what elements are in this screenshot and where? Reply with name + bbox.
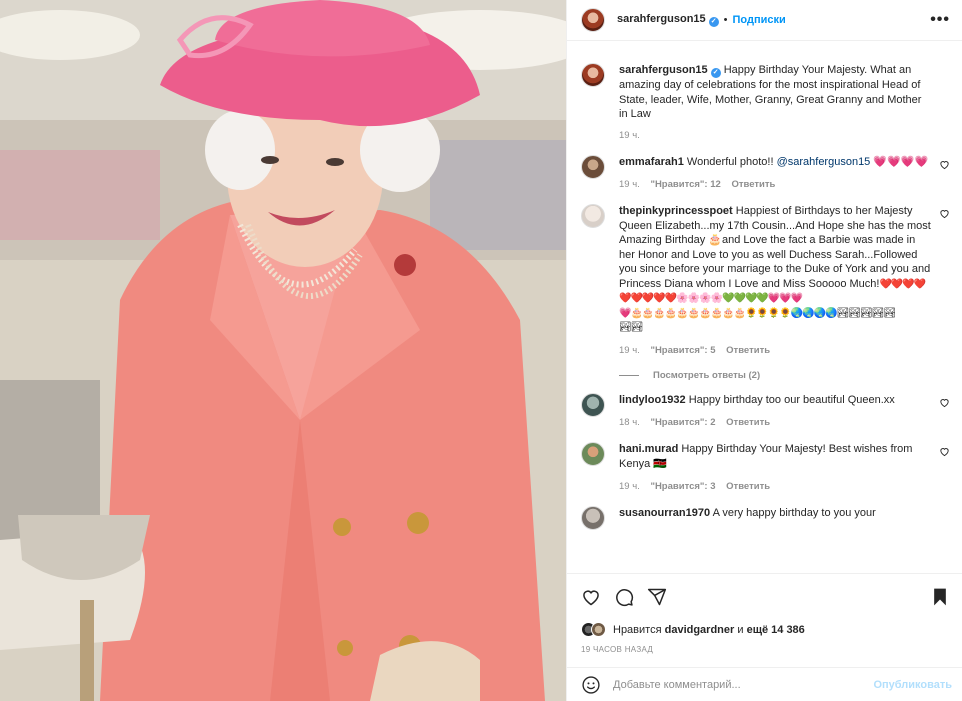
reply-button[interactable]: Ответить — [726, 481, 770, 492]
comment-text-block: hani.murad Happy Birthday Your Majesty! … — [619, 442, 932, 471]
caption-text-block: sarahferguson15 ✓ Happy Birthday Your Maj… — [619, 63, 932, 122]
comment-time[interactable]: 19 ч. — [619, 345, 640, 356]
share-icon[interactable] — [647, 587, 667, 607]
comment-avatar[interactable] — [581, 154, 605, 179]
separator-dot: • — [723, 14, 728, 26]
comment-time[interactable]: 18 ч. — [619, 417, 640, 428]
comment-likes[interactable]: "Нравится": 3 — [650, 481, 715, 492]
view-replies-label[interactable]: Посмотреть ответы (2) — [653, 370, 760, 381]
comment-item: hani.murad Happy Birthday Your Majesty! … — [581, 442, 950, 492]
comment-text: Wonderful photo!! — [686, 155, 777, 168]
comment-username[interactable]: emmafarah1 — [619, 156, 684, 168]
likes-middle: и — [737, 624, 744, 636]
likers-avatars — [581, 622, 609, 638]
likes-count[interactable]: ещё 14 386 — [747, 624, 805, 636]
reply-button[interactable]: Ответить — [731, 179, 775, 190]
comment-username[interactable]: susanourran1970 — [619, 507, 710, 519]
reply-button[interactable]: Ответить — [726, 417, 770, 428]
like-comment-heart-icon[interactable] — [939, 397, 950, 408]
caption-author-avatar[interactable] — [581, 63, 605, 87]
verified-badge-icon: ✓ — [710, 68, 721, 78]
like-comment-heart-icon[interactable] — [939, 208, 950, 219]
post-timestamp[interactable]: 19 ЧАСОВ НАЗАД — [567, 641, 962, 667]
add-comment-bar: Опубликовать — [567, 667, 962, 701]
post-side-panel: sarahferguson15 ✓ • Подписки ••• sarahfer… — [566, 0, 962, 701]
comment-body: susanourran1970 A very happy birthday to… — [619, 506, 950, 530]
post-photo[interactable] — [0, 0, 566, 701]
comment-icon[interactable] — [614, 587, 634, 607]
comment-username[interactable]: hani.murad — [619, 443, 678, 455]
comment-emoji-line: 💗🎂🎂🎂🎂🎂🎂🎂🎂🎂🎂🌻🌻🌻🌻🌏🌏🌏🌏🏞🏞🏞🏞🏞 — [619, 307, 896, 319]
comment-body: hani.murad Happy Birthday Your Majesty! … — [619, 442, 950, 492]
queen-photo-illustration — [0, 0, 566, 701]
comment-text-block: thepinkyprincesspoet Happiest of Birthda… — [619, 204, 932, 335]
comment-emoji: 💗💗💗💗 — [873, 155, 929, 168]
likes-user[interactable]: davidgardner — [665, 624, 735, 636]
author-username[interactable]: sarahferguson15 ✓ — [617, 13, 719, 27]
action-bar — [567, 573, 962, 619]
more-icon[interactable]: ••• — [930, 11, 950, 29]
comment-emoji-line: 🏞🏞 — [619, 322, 643, 333]
comment-text-block: emmafarah1 Wonderful photo!! @sarahfergu… — [619, 155, 932, 170]
author-username-text[interactable]: sarahferguson15 — [617, 13, 706, 25]
comment-item: lindyloo1932 Happy birthday too our beau… — [581, 392, 950, 429]
comment-likes[interactable]: "Нравится": 12 — [650, 179, 720, 190]
comment-meta: 19 ч. "Нравится": 12 Ответить — [619, 179, 932, 190]
comment-item: thepinkyprincesspoet Happiest of Birthda… — [581, 204, 950, 381]
comment-body: thepinkyprincesspoet Happiest of Birthda… — [619, 204, 950, 381]
comment-text: Happy birthday too our beautiful Queen.x… — [688, 393, 895, 406]
comment-username[interactable]: thepinkyprincesspoet — [619, 205, 733, 217]
comment-time[interactable]: 19 ч. — [619, 179, 640, 190]
comment-meta: 19 ч. "Нравится": 3 Ответить — [619, 481, 932, 492]
comment-item: susanourran1970 A very happy birthday to… — [581, 506, 950, 530]
comment-text-block: susanourran1970 A very happy birthday to… — [619, 506, 932, 521]
comment-avatar[interactable] — [581, 442, 605, 466]
comment-text: Happiest of Birthdays to her Majesty Que… — [619, 205, 931, 290]
author-avatar[interactable] — [581, 8, 605, 32]
caption-body: sarahferguson15 ✓ Happy Birthday Your Maj… — [619, 63, 950, 141]
comment-meta: 19 ч. "Нравится": 5 Ответить — [619, 345, 932, 356]
comment-mention[interactable]: @sarahferguson15 — [777, 156, 871, 168]
comment-text: A very happy birthday to you your — [712, 507, 876, 519]
liker-avatar — [591, 622, 606, 637]
comment-avatar[interactable] — [581, 204, 605, 228]
bookmark-icon[interactable] — [930, 587, 950, 607]
post-header: sarahferguson15 ✓ • Подписки ••• — [567, 0, 962, 41]
like-comment-heart-icon[interactable] — [939, 446, 950, 457]
like-comment-heart-icon[interactable] — [939, 159, 950, 170]
comments-list[interactable]: sarahferguson15 ✓ Happy Birthday Your Maj… — [567, 41, 962, 573]
comment-body: emmafarah1 Wonderful photo!! @sarahfergu… — [619, 155, 950, 191]
reply-button[interactable]: Ответить — [726, 345, 770, 356]
likes-prefix: Нравится — [613, 624, 662, 636]
comment-username[interactable]: lindyloo1932 — [619, 394, 686, 406]
comment-likes[interactable]: "Нравится": 2 — [650, 417, 715, 428]
caption-username[interactable]: sarahferguson15 — [619, 64, 708, 76]
verified-badge-icon: ✓ — [708, 17, 719, 27]
caption-meta: 19 ч. — [619, 130, 932, 141]
comment-avatar[interactable] — [581, 392, 605, 417]
heart-icon[interactable] — [581, 587, 601, 607]
emoji-icon[interactable] — [581, 675, 601, 695]
comment-meta: 18 ч. "Нравится": 2 Ответить — [619, 417, 932, 428]
comment-input[interactable] — [613, 678, 874, 691]
caption: sarahferguson15 ✓ Happy Birthday Your Maj… — [581, 63, 950, 141]
view-replies-button[interactable]: Посмотреть ответы (2) — [619, 370, 932, 381]
comment-avatar[interactable] — [581, 506, 605, 530]
comment-time[interactable]: 19 ч. — [619, 481, 640, 492]
following-button[interactable]: Подписки — [733, 14, 786, 26]
comment-likes[interactable]: "Нравится": 5 — [650, 345, 715, 356]
likes-summary[interactable]: Нравится davidgardner и ещё 14 386 — [567, 619, 962, 641]
comment-text-block: lindyloo1932 Happy birthday too our beau… — [619, 393, 932, 408]
comment-body: lindyloo1932 Happy birthday too our beau… — [619, 393, 950, 429]
caption-time[interactable]: 19 ч. — [619, 130, 640, 141]
instagram-post: sarahferguson15 ✓ • Подписки ••• sarahfer… — [0, 0, 962, 701]
publish-button[interactable]: Опубликовать — [873, 679, 952, 691]
comment-item: emmafarah1 Wonderful photo!! @sarahfergu… — [581, 154, 950, 191]
